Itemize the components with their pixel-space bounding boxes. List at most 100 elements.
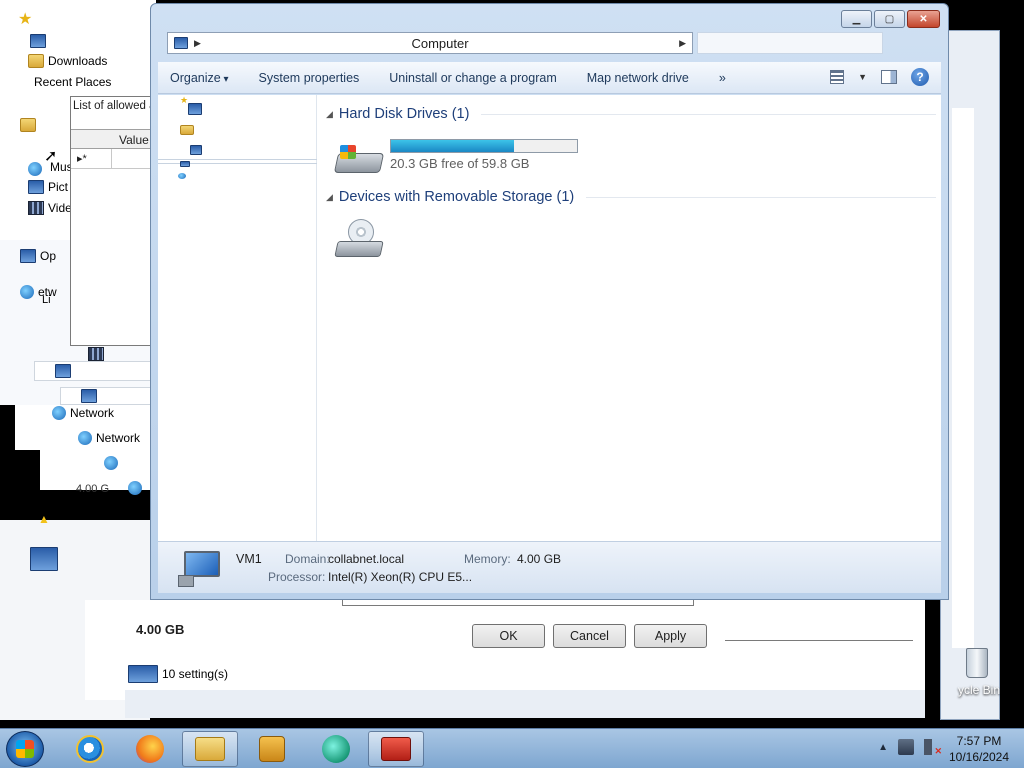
- collapse-triangle-icon[interactable]: ◢: [326, 192, 333, 203]
- nav-computer-icon: [180, 161, 190, 167]
- network-icon-4: [128, 481, 142, 495]
- mouse-cursor-icon: ➚: [44, 148, 58, 165]
- hard-disk-drives-title: Hard Disk Drives (1): [338, 106, 470, 122]
- background-window-fragment-6: [125, 690, 925, 718]
- close-icon: ✕: [919, 13, 928, 25]
- network-item-2[interactable]: Network: [78, 431, 140, 445]
- system-properties-button[interactable]: System properties: [259, 71, 360, 85]
- computer-small-icon: [55, 364, 71, 378]
- recycle-bin-icon[interactable]: [958, 648, 998, 682]
- allowed-list-panel: List of allowed a Value ▸*: [70, 96, 156, 346]
- domain-value: collabnet.local: [328, 552, 405, 566]
- nav-star-icon: ★: [180, 95, 189, 105]
- navigation-pane[interactable]: ★: [158, 95, 317, 541]
- pictures-fragment[interactable]: Pict: [28, 180, 68, 194]
- network-icon-2: [78, 431, 92, 445]
- uninstall-program-button[interactable]: Uninstall or change a program: [389, 71, 556, 85]
- videos-icon: [28, 201, 44, 215]
- nav-network-icon: [178, 173, 186, 179]
- firefox-icon: [136, 735, 164, 763]
- libraries-folder-icon: [20, 118, 36, 132]
- processor-value: Intel(R) Xeon(R) CPU E5...: [328, 570, 473, 584]
- taskbar-app-internet-explorer[interactable]: [62, 731, 118, 767]
- volume-muted-icon[interactable]: [924, 739, 942, 757]
- view-dropdown-icon[interactable]: ▼: [858, 72, 867, 82]
- caption-buttons: ▁ ▢ ✕: [841, 10, 940, 28]
- local-disk-item[interactable]: 20.3 GB free of 59.8 GB: [333, 139, 578, 175]
- taskbar-app-firefox[interactable]: [122, 731, 178, 767]
- apply-button[interactable]: Apply: [634, 624, 707, 648]
- internet-explorer-icon: [76, 735, 104, 763]
- video-small-icon: [88, 347, 104, 361]
- address-text: Computer: [411, 35, 469, 51]
- memory-label: Memory:: [464, 552, 511, 566]
- clock-time: 7:57 PM: [956, 734, 1002, 748]
- computer-address-icon: [174, 37, 188, 49]
- address-dropdown-icon[interactable]: ▶: [679, 38, 686, 49]
- recycle-bin-label: ycle Bin: [958, 683, 1001, 697]
- network-item-1[interactable]: Network: [52, 406, 114, 420]
- hard-disk-drives-header[interactable]: ◢ Hard Disk Drives (1): [326, 106, 936, 122]
- computer-icon: [20, 249, 36, 263]
- maximize-button[interactable]: ▢: [874, 10, 905, 28]
- nav-drive-icon: [190, 145, 202, 155]
- taskbar-app-toolbox[interactable]: [368, 731, 424, 767]
- system-clock[interactable]: 7:57 PM 10/16/2024: [944, 733, 1014, 765]
- cancel-button[interactable]: Cancel: [553, 624, 626, 648]
- dvd-drive-icon[interactable]: [334, 219, 384, 259]
- new-row-cell[interactable]: [111, 149, 153, 168]
- settings-icon: [128, 665, 158, 683]
- processor-label: Processor:: [268, 570, 326, 584]
- taskbar-app-green[interactable]: [308, 731, 364, 767]
- network-fragment: etw: [20, 285, 57, 299]
- show-hidden-icons-button[interactable]: ▲: [878, 742, 888, 753]
- allowed-list-label: List of allowed a: [73, 100, 156, 112]
- close-button[interactable]: ✕: [907, 10, 940, 28]
- minimize-button[interactable]: ▁: [841, 10, 872, 28]
- background-window-fragment-5: [85, 600, 925, 700]
- clock-date: 10/16/2024: [948, 750, 1010, 764]
- address-bar[interactable]: ▶ Computer ▶: [167, 32, 693, 54]
- search-input[interactable]: [697, 32, 883, 54]
- videos-fragment[interactable]: Vide: [28, 201, 72, 215]
- removable-storage-header[interactable]: ◢ Devices with Removable Storage (1): [326, 189, 936, 205]
- address-chevron-icon[interactable]: ▶: [194, 38, 201, 49]
- computer-fragment: Op: [20, 249, 56, 263]
- collapse-triangle-icon[interactable]: ◢: [326, 109, 333, 120]
- help-icon[interactable]: ?: [911, 68, 929, 86]
- change-view-icon[interactable]: [830, 70, 845, 84]
- map-network-drive-button[interactable]: Map network drive: [587, 71, 689, 85]
- media-player-icon: [259, 736, 285, 762]
- windows-explorer-icon: [195, 737, 225, 761]
- more-commands-button[interactable]: »: [719, 71, 726, 85]
- favorites-item-downloads[interactable]: Downloads: [28, 54, 107, 68]
- computer-small-icon-2: [81, 389, 97, 403]
- start-button[interactable]: [6, 731, 44, 767]
- taskbar-app-windows-explorer[interactable]: [182, 731, 238, 767]
- downloads-folder-icon: [28, 54, 44, 68]
- group-rule: [586, 196, 936, 198]
- minimize-icon: ▁: [852, 13, 861, 25]
- domain-label: Domain:: [285, 552, 330, 566]
- notification-area: ▲: [878, 739, 942, 757]
- favorites-star-icon: ★: [18, 11, 33, 28]
- grid-header: Value: [71, 129, 153, 149]
- network-tray-icon[interactable]: [898, 739, 914, 755]
- green-app-icon: [322, 735, 350, 763]
- value-column-header[interactable]: Value: [119, 133, 149, 147]
- ok-button[interactable]: OK: [472, 624, 545, 648]
- new-row[interactable]: ▸*: [71, 149, 153, 169]
- details-pane: VM1 Domain: collabnet.local Memory: 4.00…: [158, 541, 941, 593]
- dialog-separator: [725, 640, 913, 641]
- preview-pane-icon[interactable]: [881, 70, 897, 84]
- desktop-icon: [30, 34, 46, 48]
- organize-button[interactable]: Organize: [170, 71, 229, 85]
- li-fragment: Li: [42, 294, 51, 306]
- address-row: ▶ Computer ▶: [167, 32, 890, 56]
- taskbar-app-media-player[interactable]: [244, 731, 300, 767]
- drive-free-space: 20.3 GB free of 59.8 GB: [390, 156, 530, 171]
- computer-name: VM1: [236, 552, 262, 566]
- favorites-item-recent-places[interactable]: Recent Places: [34, 75, 111, 89]
- memory-fragment-small: 4.00 G: [76, 483, 110, 495]
- network-stack-row-1: [34, 361, 154, 381]
